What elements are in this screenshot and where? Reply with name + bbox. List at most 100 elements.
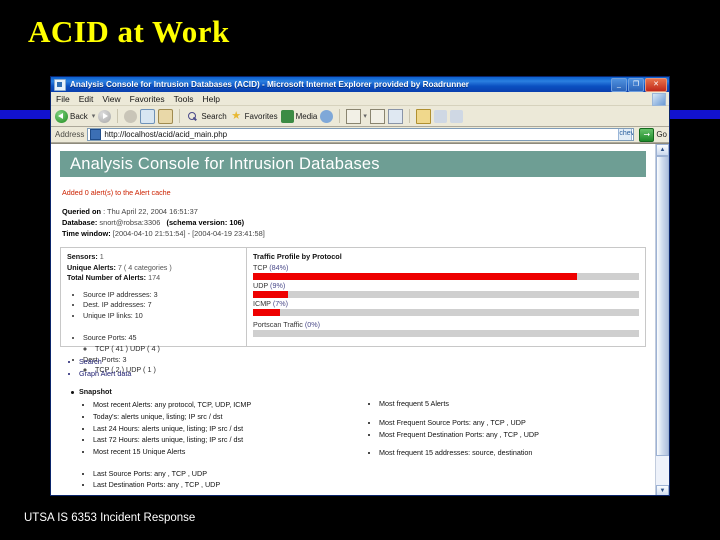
list-item[interactable]: Today's: alerts unique, listing; IP src … (93, 411, 367, 423)
menu-bar: File Edit View Favorites Tools Help (51, 92, 669, 106)
snapshot-heading: Snapshot (71, 387, 367, 396)
scroll-up-button[interactable]: ▲ (656, 144, 669, 156)
list-item[interactable]: Most frequent 15 addresses: source, dest… (379, 447, 655, 459)
address-label: Address (55, 130, 85, 139)
go-button[interactable]: ➞ Go (637, 127, 667, 142)
snapshot-right-ports-list: Most Frequent Source Ports: any , TCP , … (367, 417, 655, 440)
restore-button[interactable]: ❐ (628, 77, 644, 92)
address-input[interactable]: http://localhost/acid/acid_main.php chev… (87, 128, 635, 141)
traffic-profile-panel: Traffic Profile by Protocol TCP (84%) UD… (247, 248, 645, 346)
mail-dropdown-icon[interactable]: ▾ (363, 112, 367, 120)
print-button[interactable] (369, 108, 385, 124)
messenger-button[interactable] (433, 109, 447, 123)
unique-alerts-value[interactable]: 7 (118, 263, 122, 272)
list-item[interactable]: Source IP addresses: 3 (83, 290, 246, 301)
messenger-icon (433, 109, 447, 123)
list-item[interactable]: Most Frequent Source Ports: any , TCP , … (379, 417, 655, 429)
back-arrow-icon (55, 109, 68, 123)
list-item[interactable]: Most Frequent Destination Ports: any , T… (379, 429, 655, 441)
history-button[interactable] (320, 109, 334, 123)
close-button[interactable]: ✕ (645, 77, 667, 92)
list-item[interactable]: Most recent Alerts: any protocol, TCP, U… (93, 399, 367, 411)
total-alerts-line: Total Number of Alerts: 174 (67, 273, 246, 283)
refresh-button[interactable] (140, 108, 156, 124)
traffic-label-tcp: TCP (84%) (253, 263, 639, 272)
search-button[interactable]: Search (186, 110, 227, 123)
total-alerts-value: 174 (148, 273, 161, 283)
protocol-name[interactable]: UDP (253, 281, 268, 290)
back-dropdown-icon[interactable]: ▾ (92, 112, 96, 120)
minimize-button[interactable]: _ (611, 77, 627, 92)
unique-alerts-line: Unique Alerts: 7 ( 4 categories ) (67, 263, 246, 273)
browser-viewport: Analysis Console for Intrusion Databases… (51, 143, 669, 495)
scroll-down-button[interactable]: ▼ (656, 485, 669, 495)
sensors-label: Sensors: (67, 252, 98, 262)
acid-banner-title: Analysis Console for Intrusion Databases (70, 154, 380, 173)
snapshot-left-column: Snapshot Most recent Alerts: any protoco… (67, 387, 367, 491)
menu-item-tools[interactable]: Tools (174, 94, 194, 104)
list-item[interactable]: Last 72 Hours: alerts unique, listing; I… (93, 434, 367, 446)
media-button-label: Media (295, 111, 318, 121)
timewindow-label: Time window: (62, 229, 111, 239)
chevron-down-icon[interactable]: chevron-down-icon (618, 129, 633, 140)
protocol-name[interactable]: Portscan Traffic (253, 320, 303, 329)
list-item[interactable]: Last 24 Hours: alerts unique, listing; I… (93, 423, 367, 435)
forward-button[interactable] (98, 109, 112, 123)
unique-alerts-label: Unique Alerts: (67, 262, 116, 272)
browser-title-bar: Analysis Console for Intrusion Databases… (51, 77, 669, 92)
person-icon (449, 109, 463, 123)
scrollbar-track[interactable] (656, 156, 669, 485)
list-item[interactable]: Last Source Ports: any , TCP , UDP (93, 468, 367, 480)
stop-button[interactable] (124, 109, 138, 123)
search-icon (186, 110, 199, 123)
menu-item-view[interactable]: View (102, 94, 120, 104)
traffic-bar-fill (253, 291, 288, 299)
mail-button[interactable]: ▾ (346, 108, 367, 124)
traffic-row-icmp: ICMP (7%) (253, 299, 639, 317)
menu-item-file[interactable]: File (56, 94, 70, 104)
snapshot-right-column: Most frequent 5 Alerts Most Frequent Sou… (367, 387, 655, 491)
list-item[interactable]: Source Ports: 45 TCP ( 41 ) UDP ( 4 ) (83, 333, 246, 355)
queried-on-value: : Thu April 22, 2004 16:51:37 (103, 207, 198, 216)
home-icon (158, 108, 174, 124)
list-item[interactable]: Last Destination Ports: any , TCP , UDP (93, 479, 367, 491)
media-icon (280, 109, 294, 123)
person-button[interactable] (449, 109, 463, 123)
database-line: Database: snort@robsa:3306 (schema versi… (62, 217, 655, 228)
menu-item-edit[interactable]: Edit (79, 94, 94, 104)
media-button[interactable]: Media (280, 109, 318, 123)
history-icon (320, 109, 334, 123)
alert-cache-note: Added 0 alert(s) to the Alert cache (62, 188, 171, 197)
toolbar-separator-3 (339, 109, 341, 123)
folder-button[interactable] (415, 108, 431, 124)
categories-value[interactable]: ( 4 categories ) (124, 263, 172, 272)
menu-item-favorites[interactable]: Favorites (130, 94, 165, 104)
window-title: Analysis Console for Intrusion Databases… (70, 80, 469, 89)
edit-icon (387, 108, 403, 124)
address-bar: Address http://localhost/acid/acid_main.… (51, 127, 669, 143)
list-item[interactable]: Dest. IP addresses: 7 (83, 300, 246, 311)
protocol-name[interactable]: ICMP (253, 299, 271, 308)
list-item[interactable]: TCP ( 41 ) UDP ( 4 ) (95, 344, 246, 355)
edit-button[interactable] (387, 108, 403, 124)
traffic-row-udp: UDP (9%) (253, 281, 639, 299)
slide-title: ACID at Work (28, 14, 230, 49)
home-button[interactable] (158, 108, 174, 124)
menu-item-help[interactable]: Help (202, 94, 219, 104)
list-item[interactable]: Unique IP links: 10 (83, 311, 246, 322)
sensors-line: Sensors: 1 (67, 252, 246, 262)
traffic-bar-track (253, 273, 639, 281)
browser-toolbar: Back ▾ Search ★ Favorites Media ▾ (51, 106, 669, 127)
traffic-label-portscan: Portscan Traffic (0%) (253, 320, 639, 329)
list-item[interactable]: Most recent 15 Unique Alerts (93, 446, 367, 458)
favorites-button[interactable]: ★ Favorites (230, 110, 277, 123)
protocol-name[interactable]: TCP (253, 263, 267, 272)
list-item[interactable]: Most frequent 5 Alerts (379, 398, 655, 410)
back-button[interactable]: Back ▾ (55, 109, 96, 123)
page-scrollbar[interactable]: ▲ ▼ (655, 144, 669, 495)
back-button-label: Back (70, 111, 88, 121)
traffic-row-tcp: TCP (84%) (253, 263, 639, 281)
scrollbar-thumb[interactable] (656, 156, 669, 456)
